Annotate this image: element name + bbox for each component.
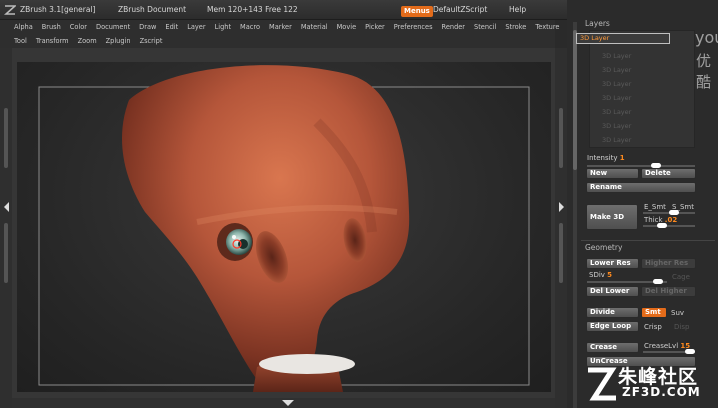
intensity-slider[interactable] [587,163,695,168]
menu-item[interactable]: Light [215,23,231,31]
menus-button[interactable]: Menus [401,6,433,17]
right-tray-handle[interactable] [559,108,563,168]
divide-button[interactable]: Divide [586,307,639,318]
thick-slider-knob[interactable] [657,223,667,228]
make-3d-button[interactable]: Make 3D [586,204,638,230]
menu-item[interactable]: Color [70,23,87,31]
video-watermark-cn: 优酷 [696,52,712,91]
document-title: ZBrush Document [118,5,187,14]
menu-item[interactable]: Brush [42,23,61,31]
layer-item[interactable]: 3D Layer [602,108,631,116]
menu-item[interactable]: Texture [535,23,559,31]
right-tray [555,48,567,408]
memory-status: Mem 120+143 Free 122 [207,5,298,14]
document-canvas[interactable] [17,62,551,392]
left-arrow-icon[interactable] [4,202,9,212]
sculpt-head-mesh[interactable] [121,65,410,389]
help-button[interactable]: Help [509,5,526,14]
menu-item[interactable]: Edit [165,23,178,31]
del-lower-button[interactable]: Del Lower [586,286,639,297]
zbrush-logo-icon[interactable] [4,4,16,16]
cage-button[interactable]: Cage [672,273,690,281]
left-tray-handle[interactable] [4,108,8,168]
menu-row-1: Alpha Brush Color Document Draw Edit Layer Ligh… [14,23,568,31]
higher-res-button[interactable]: Higher Res [641,258,696,269]
thick-slider[interactable] [643,223,695,228]
layer-item[interactable]: 3D Layer [602,136,631,144]
left-tray [0,48,12,408]
disp-toggle[interactable]: Disp [674,323,689,331]
geometry-title[interactable]: Geometry [585,243,622,252]
sdiv-slider[interactable] [587,279,667,284]
left-tray-handle[interactable] [4,223,8,283]
menu-item[interactable]: Marker [269,23,292,31]
rename-layer-button[interactable]: Rename [586,182,696,193]
menu-item[interactable]: Macro [240,23,260,31]
menu-item[interactable]: Alpha [14,23,33,31]
sdiv-slider-knob[interactable] [653,279,663,284]
layer-item[interactable]: 3D Layer [602,80,631,88]
menu-item[interactable]: Transform [36,37,69,45]
menu-item[interactable]: Zoom [78,37,97,45]
e-smt-slider-knob[interactable] [669,210,679,215]
crease-button[interactable]: Crease [586,342,639,353]
layers-title[interactable]: Layers [585,19,610,28]
menu-item[interactable]: Tool [14,37,27,45]
palette-scrollbar[interactable] [573,22,577,408]
menu-item[interactable]: Picker [365,23,385,31]
smt-toggle[interactable]: Smt [641,307,667,318]
new-layer-button[interactable]: New [586,168,639,179]
sdiv-label: SDiv 5 [589,271,613,279]
menu-item[interactable]: Movie [337,23,357,31]
layer-item[interactable]: 3D Layer [602,122,631,130]
layer-item[interactable]: 3D Layer [602,66,631,74]
crisp-toggle[interactable]: Crisp [644,323,662,331]
menu-item[interactable]: Stencil [474,23,496,31]
right-tray-handle[interactable] [559,223,563,283]
lower-res-button[interactable]: Lower Res [586,258,639,269]
palette-scroll-thumb[interactable] [573,30,577,170]
menu-item[interactable]: Material [301,23,328,31]
crease-level-label: CreaseLvl 15 [644,342,691,350]
crease-level-slider[interactable] [643,349,695,354]
menu-item[interactable]: Layer [187,23,205,31]
bottom-arrow-icon[interactable] [282,400,294,406]
e-smt-toggle[interactable]: E_Smt [644,203,666,211]
delete-layer-button[interactable]: Delete [641,168,696,179]
menu-bar: Alpha Brush Color Document Draw Edit Layer Ligh… [0,20,559,48]
default-zscript-button[interactable]: DefaultZScript [433,5,487,14]
menu-item[interactable]: Preferences [394,23,433,31]
bottom-tray [12,398,555,408]
menu-item[interactable]: Draw [139,23,156,31]
edge-loop-button[interactable]: Edge Loop [586,321,639,332]
crease-level-slider-knob[interactable] [685,349,695,354]
e-smt-slider[interactable] [643,210,695,215]
menu-item[interactable]: Zplugin [106,37,131,45]
layers-list[interactable] [589,30,695,148]
layer-item[interactable]: 3D Layer [602,94,631,102]
menu-item[interactable]: Stroke [505,23,526,31]
layer-item[interactable]: 3D Layer [602,52,631,60]
layer-item-active[interactable]: 3D Layer [576,33,670,44]
video-watermark: you [695,28,718,47]
menu-row-2: Tool Transform Zoom Zplugin Zscript [14,37,171,45]
neck-cap [259,354,355,374]
right-arrow-icon[interactable] [559,202,564,212]
intensity-label: Intensity 1 [587,154,625,162]
suv-toggle[interactable]: Suv [671,309,684,317]
site-watermark-en: ZF3D.COM [622,385,701,399]
menu-item[interactable]: Render [442,23,465,31]
app-title: ZBrush 3.1[general] [20,5,96,14]
del-higher-button[interactable]: Del Higher [641,286,696,297]
menu-item[interactable]: Document [96,23,130,31]
viewport-svg [38,65,530,392]
menu-item[interactable]: Zscript [140,37,163,45]
